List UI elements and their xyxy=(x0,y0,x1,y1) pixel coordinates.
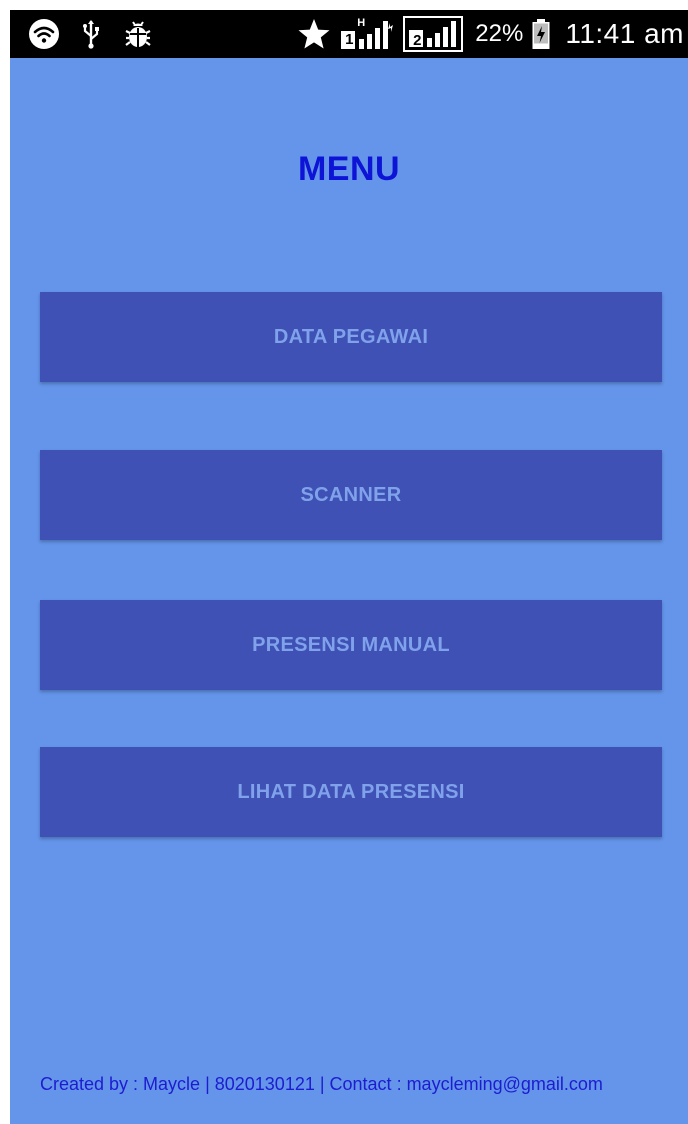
page-title: MENU xyxy=(297,150,401,188)
battery-charging-icon xyxy=(531,18,551,50)
data-pegawai-button[interactable]: DATA PEGAWAI xyxy=(40,292,662,382)
status-bar-right: 1 H 2 22% 11:41 am xyxy=(297,16,684,52)
wifi-icon xyxy=(28,18,60,50)
network-type-label: H xyxy=(357,17,366,29)
battery-percent: 22% xyxy=(475,20,524,47)
sim1-label: 1 xyxy=(345,31,354,48)
app-screen: 1 H 2 22% 11:41 am MENU DATA PEGAWAI SCA… xyxy=(10,10,688,1124)
sim1-signal-icon: 1 H xyxy=(339,17,395,51)
status-bar: 1 H 2 22% 11:41 am xyxy=(10,10,688,58)
presensi-manual-button[interactable]: PRESENSI MANUAL xyxy=(40,600,662,690)
status-bar-left xyxy=(28,18,154,50)
star-icon xyxy=(297,17,331,51)
lihat-data-presensi-button[interactable]: LIHAT DATA PRESENSI xyxy=(40,747,662,837)
scanner-button[interactable]: SCANNER xyxy=(40,450,662,540)
sim2-signal-icon: 2 xyxy=(403,16,464,52)
clock: 11:41 am xyxy=(565,18,684,49)
footer-credits: Created by : Maycle | 8020130121 | Conta… xyxy=(40,1074,603,1094)
debug-bug-icon xyxy=(122,19,154,49)
sim2-label: 2 xyxy=(413,32,422,49)
usb-icon xyxy=(82,19,100,49)
